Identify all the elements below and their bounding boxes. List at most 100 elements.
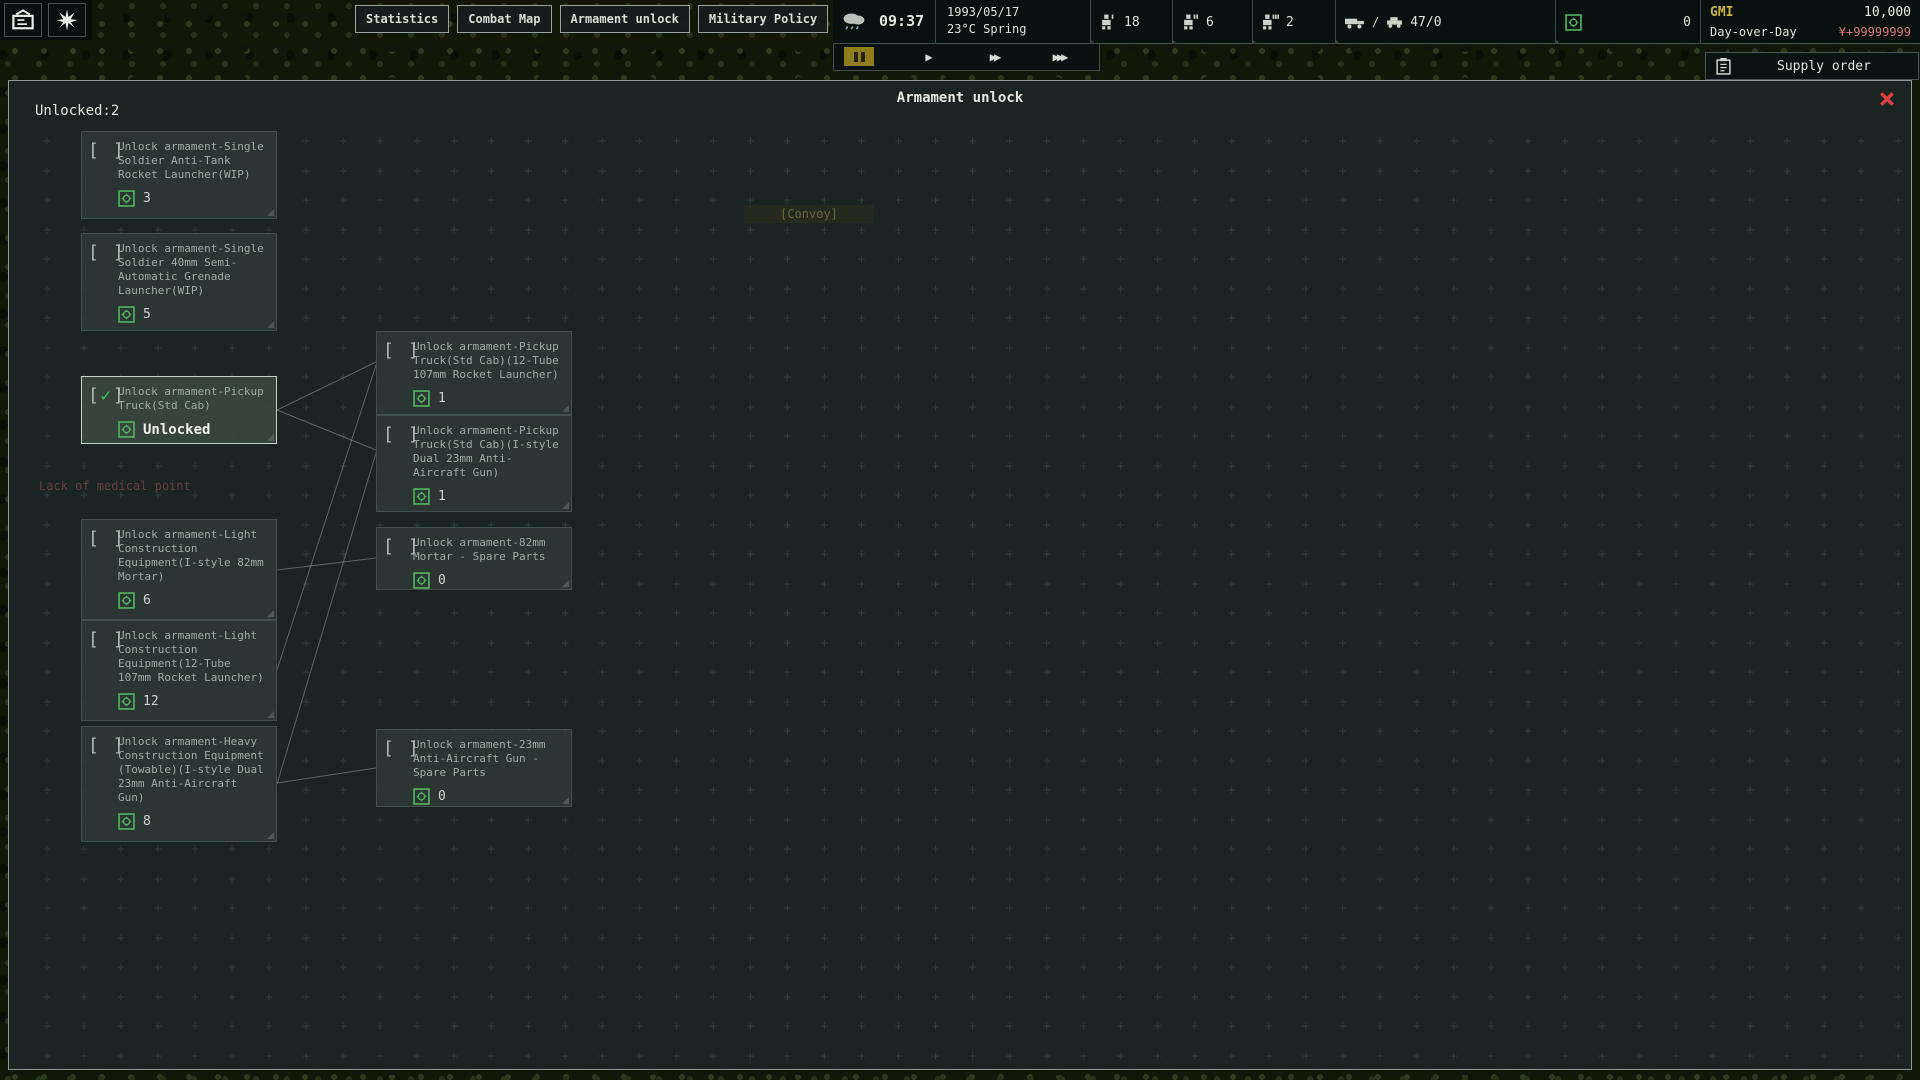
tech-node-label: Unlock armament-82mm Mortar - Spare Part… xyxy=(413,536,563,564)
armament-count: 8 xyxy=(143,814,151,829)
tech-node[interactable]: [] Unlock armament-23mm Anti-Aircraft Gu… xyxy=(376,729,572,807)
soldier-tier1-icon xyxy=(1100,14,1117,30)
resource-vehicles: / 47/0 xyxy=(1335,0,1555,44)
truck-icon xyxy=(1345,15,1365,29)
armament-icon xyxy=(118,306,135,323)
unlock-checkbox[interactable]: [] xyxy=(88,528,124,549)
play-button[interactable]: ▶ xyxy=(914,47,944,66)
checkbox-open-bracket: [ xyxy=(88,242,99,263)
node-corner-notch xyxy=(267,711,274,718)
tech-node[interactable]: [] Unlock armament-Pickup Truck(Std Cab)… xyxy=(376,415,572,512)
tech-node-label: Unlock armament-Light Construction Equip… xyxy=(118,528,268,584)
resource-supply-crates: 0 xyxy=(1555,0,1700,44)
armament-count-row: 6 xyxy=(118,592,276,609)
tech-node-label: Unlock armament-Pickup Truck(Std Cab)(12… xyxy=(413,340,563,382)
checkbox-close-bracket: ] xyxy=(113,140,124,161)
status-bar: 09:37 1993/05/17 23°C Spring 18 6 xyxy=(833,0,1920,44)
clipboard-icon xyxy=(1716,58,1731,75)
console-icon xyxy=(10,9,36,31)
unlock-checkbox[interactable]: [] xyxy=(88,735,124,756)
weather-icon xyxy=(841,9,867,31)
currency-value: 10,000 xyxy=(1864,5,1911,20)
armament-count-row: 0 xyxy=(413,788,571,805)
node-corner-notch xyxy=(267,832,274,839)
menu-button-armament-unlock[interactable]: Armament unlock xyxy=(560,5,690,33)
day-over-day-label: Day-over-Day xyxy=(1710,25,1797,39)
supply-order-button[interactable]: Supply order xyxy=(1705,52,1919,80)
tech-tree-connections xyxy=(9,81,1911,1069)
checkbox-close-bracket: ] xyxy=(113,735,124,756)
tech-node[interactable]: [] Unlock armament-Light Construction Eq… xyxy=(81,620,277,721)
unlock-checkbox[interactable]: [] xyxy=(88,140,124,161)
infantry-tier2-count: 6 xyxy=(1206,15,1214,30)
vehicle-count: 47/0 xyxy=(1410,15,1441,30)
menu-button-military-policy[interactable]: Military Policy xyxy=(698,5,828,33)
armament-count-row: 1 xyxy=(413,390,571,407)
pause-icon xyxy=(854,52,865,62)
checkbox-close-bracket: ] xyxy=(408,340,419,361)
tech-node[interactable]: [] Unlock armament-Single Soldier Anti-T… xyxy=(81,131,277,219)
checkbox-close-bracket: ] xyxy=(408,536,419,557)
checkbox-open-bracket: [ xyxy=(88,629,99,650)
jeep-icon xyxy=(1386,16,1403,28)
unlocked-counter: Unlocked:2 xyxy=(35,103,119,119)
node-corner-notch xyxy=(562,405,569,412)
armament-unlock-panel: ++++++++++++++++++++++++++++++++++++++++… xyxy=(8,80,1912,1070)
day-over-day-value: ¥+99999999 xyxy=(1839,25,1911,39)
armament-count: Unlocked xyxy=(143,422,210,438)
node-corner-notch xyxy=(267,209,274,216)
armament-count-row: 1 xyxy=(413,488,571,505)
tech-node[interactable]: [] Unlock armament-Pickup Truck(Std Cab)… xyxy=(376,331,572,415)
unlock-checkbox[interactable]: [✓] xyxy=(88,385,124,406)
checkbox-open-bracket: [ xyxy=(88,385,99,406)
armament-icon xyxy=(118,190,135,207)
checkbox-open-bracket: [ xyxy=(383,340,394,361)
panel-title: Armament unlock xyxy=(9,90,1911,106)
close-button[interactable] xyxy=(1877,89,1897,109)
currency-label: GMI xyxy=(1710,5,1733,20)
checkbox-close-bracket: ] xyxy=(408,424,419,445)
checkbox-open-bracket: [ xyxy=(383,738,394,759)
armament-count-row: 0 xyxy=(413,572,571,589)
fastest-forward-button[interactable]: ▶▶▶ xyxy=(1044,47,1074,66)
checkbox-open-bracket: [ xyxy=(383,424,394,445)
armament-icon xyxy=(413,572,430,589)
resource-infantry-tier3: 2 xyxy=(1252,0,1335,44)
checkbox-close-bracket: ] xyxy=(113,385,124,406)
unlock-checkbox[interactable]: [] xyxy=(88,242,124,263)
clock-time: 09:37 xyxy=(879,12,924,30)
tech-node[interactable]: [✓] Unlock armament-Pickup Truck(Std Cab… xyxy=(81,376,277,444)
armament-count: 12 xyxy=(143,694,159,709)
unlock-checkbox[interactable]: [] xyxy=(383,738,419,759)
pause-button[interactable] xyxy=(844,47,874,66)
divider xyxy=(935,0,936,44)
time-controls: ▶ ▶▶ ▶▶▶ xyxy=(833,44,1100,71)
tech-node[interactable]: [] Unlock armament-Single Soldier 40mm S… xyxy=(81,233,277,331)
supply-crate-count: 0 xyxy=(1683,15,1691,30)
tech-node[interactable]: [] Unlock armament-82mm Mortar - Spare P… xyxy=(376,527,572,590)
unlock-checkbox[interactable]: [] xyxy=(383,424,419,445)
armament-count: 0 xyxy=(438,573,446,588)
menu-button-combat-map[interactable]: Combat Map xyxy=(457,5,551,33)
console-button[interactable] xyxy=(4,3,42,37)
tech-node-label: Unlock armament-Heavy Construction Equip… xyxy=(118,735,268,805)
clock-date: 1993/05/17 xyxy=(947,4,1026,21)
armament-count-row: 3 xyxy=(118,190,276,207)
unlock-checkbox[interactable]: [] xyxy=(383,536,419,557)
menu-button-statistics[interactable]: Statistics xyxy=(355,5,449,33)
clock-temp-season: 23°C Spring xyxy=(947,21,1026,38)
tech-node[interactable]: [] Unlock armament-Light Construction Eq… xyxy=(81,519,277,620)
tech-node[interactable]: [] Unlock armament-Heavy Construction Eq… xyxy=(81,726,277,842)
fast-forward-button[interactable]: ▶▶ xyxy=(979,47,1009,66)
resource-infantry-tier1: 18 xyxy=(1090,0,1172,44)
combat-events-button[interactable] xyxy=(48,3,86,37)
armament-icon xyxy=(118,693,135,710)
unlock-checkbox[interactable]: [] xyxy=(88,629,124,650)
unlock-checkbox[interactable]: [] xyxy=(383,340,419,361)
armament-count: 3 xyxy=(143,191,151,206)
supply-order-label: Supply order xyxy=(1740,59,1908,74)
resource-infantry-tier2: 6 xyxy=(1172,0,1252,44)
armament-count: 1 xyxy=(438,391,446,406)
armament-count-row: 8 xyxy=(118,813,276,830)
checkbox-close-bracket: ] xyxy=(408,738,419,759)
